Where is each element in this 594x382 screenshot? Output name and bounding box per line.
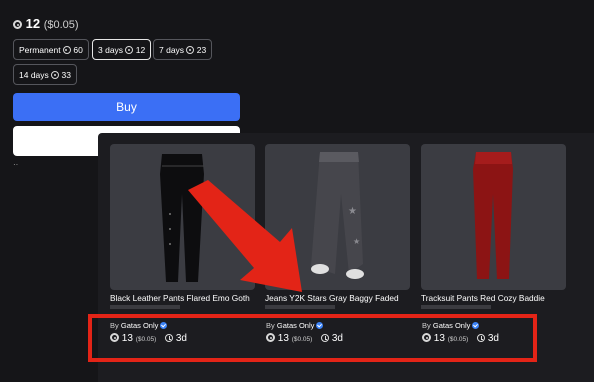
verified-badge-icon bbox=[160, 322, 168, 329]
option-label: 3 days bbox=[98, 45, 124, 55]
robux-icon bbox=[422, 333, 431, 342]
option-price: 33 bbox=[61, 70, 71, 80]
price-robux: 12 bbox=[25, 16, 41, 31]
red-pants-image bbox=[473, 152, 513, 279]
item-thumbnail[interactable]: ★ ★ bbox=[265, 144, 410, 290]
item-price: 13 bbox=[277, 333, 289, 344]
option-price: 60 bbox=[73, 45, 83, 55]
option-label: 7 days bbox=[159, 45, 185, 55]
item-thumbnail[interactable] bbox=[110, 144, 255, 290]
item-title[interactable]: Tracksuit Pants Red Cozy Baddie bbox=[421, 293, 566, 304]
gray-jeans-image: ★ ★ bbox=[311, 152, 364, 279]
option-3-days[interactable]: 3 days 12 bbox=[92, 39, 152, 60]
item-duration: 3d bbox=[331, 333, 343, 344]
robux-icon bbox=[51, 71, 60, 79]
option-label: 14 days bbox=[19, 70, 49, 80]
robux-icon bbox=[62, 46, 71, 54]
verified-badge-icon bbox=[472, 322, 480, 329]
robux-icon bbox=[125, 46, 134, 54]
option-permanent[interactable]: Permanent 60 bbox=[13, 39, 89, 60]
item-meta: 13 ($0.05) 3d bbox=[422, 333, 499, 344]
by-label: By bbox=[266, 321, 275, 330]
creator-name[interactable]: Gatas Only bbox=[121, 321, 159, 330]
item-price: 13 bbox=[433, 333, 445, 344]
svg-text:★: ★ bbox=[348, 206, 357, 217]
item-usd: ($0.05) bbox=[135, 336, 157, 343]
option-label: Permanent bbox=[19, 45, 61, 55]
creator-line: By Gatas Only bbox=[422, 321, 480, 330]
item-meta: 13 ($0.05) 3d bbox=[266, 333, 343, 344]
item-usd: ($0.05) bbox=[447, 336, 469, 343]
black-pants-image bbox=[160, 154, 204, 282]
item-usd: ($0.05) bbox=[291, 336, 313, 343]
item-price: 13 bbox=[121, 333, 133, 344]
option-14-days[interactable]: 14 days 33 bbox=[13, 64, 77, 85]
more-indicator: ·· bbox=[13, 160, 19, 169]
svg-text:★: ★ bbox=[353, 237, 360, 246]
by-label: By bbox=[422, 321, 431, 330]
item-title[interactable]: Jeans Y2K Stars Gray Baggy Faded bbox=[265, 293, 410, 304]
by-label: By bbox=[110, 321, 119, 330]
clock-icon bbox=[477, 334, 486, 342]
verified-badge-icon bbox=[316, 322, 324, 329]
item-card[interactable]: Tracksuit Pants Red Cozy Baddie bbox=[421, 144, 566, 309]
robux-icon bbox=[110, 333, 119, 342]
robux-icon bbox=[266, 333, 275, 342]
item-subtitle-cut bbox=[110, 305, 180, 309]
clock-icon bbox=[321, 334, 330, 342]
item-thumbnail[interactable] bbox=[421, 144, 566, 290]
robux-icon bbox=[186, 46, 195, 54]
option-price: 23 bbox=[196, 45, 207, 55]
item-subtitle-cut bbox=[421, 305, 491, 309]
item-card[interactable]: ★ ★ Jeans Y2K Stars Gray Baggy Faded bbox=[265, 144, 410, 309]
option-7-days[interactable]: 7 days 23 bbox=[153, 39, 213, 60]
item-card[interactable]: Black Leather Pants Flared Emo Goth bbox=[110, 144, 255, 309]
robux-icon bbox=[13, 20, 22, 29]
creator-name[interactable]: Gatas Only bbox=[433, 321, 471, 330]
item-title[interactable]: Black Leather Pants Flared Emo Goth bbox=[110, 293, 255, 304]
creator-line: By Gatas Only bbox=[110, 321, 168, 330]
creator-name[interactable]: Gatas Only bbox=[277, 321, 315, 330]
option-price: 12 bbox=[135, 45, 146, 55]
price-display: 12 ($0.05) bbox=[13, 16, 79, 31]
price-usd: ($0.05) bbox=[43, 19, 79, 31]
item-subtitle-cut bbox=[265, 305, 335, 309]
item-duration: 3d bbox=[487, 333, 499, 344]
clock-icon bbox=[165, 334, 174, 342]
item-meta: 13 ($0.05) 3d bbox=[110, 333, 187, 344]
buy-button[interactable]: Buy bbox=[13, 93, 240, 121]
item-duration: 3d bbox=[175, 333, 187, 344]
creator-line: By Gatas Only bbox=[266, 321, 324, 330]
